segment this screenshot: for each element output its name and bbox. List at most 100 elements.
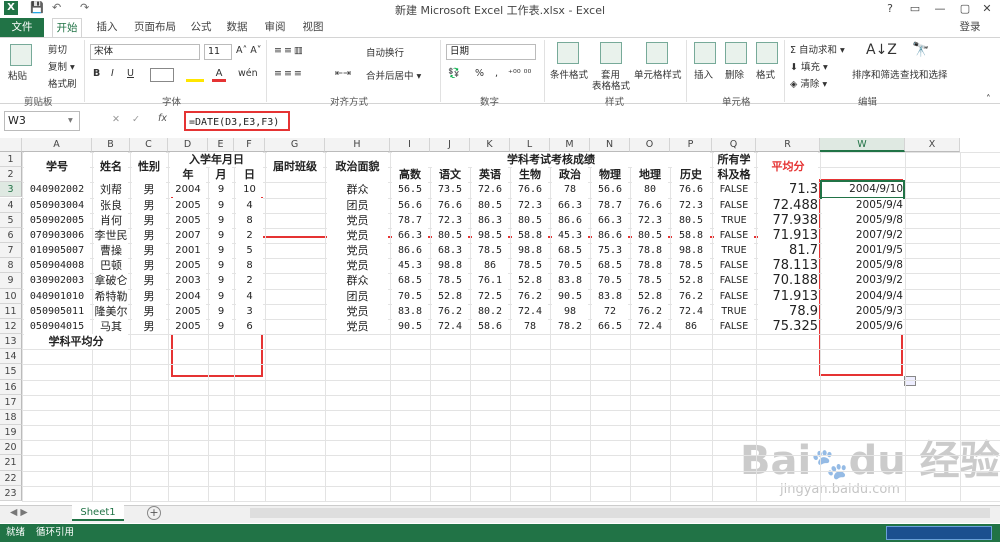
insert-function-icon[interactable]: fx [158, 113, 167, 124]
header-name[interactable]: 姓名 [94, 152, 128, 183]
cut-button[interactable]: 剪切 [48, 42, 67, 56]
cell-all-pass[interactable]: FALSE [714, 273, 754, 289]
column-header[interactable]: D [168, 138, 208, 152]
column-header[interactable]: I [390, 138, 430, 152]
collapse-ribbon-icon[interactable]: ˄ [986, 94, 991, 105]
cell-average[interactable]: 77.938 [758, 212, 818, 228]
cell-student-id[interactable]: 040901010 [24, 288, 90, 304]
column-header[interactable]: Q [712, 138, 756, 152]
header-subject[interactable]: 历史 [672, 167, 710, 183]
cell-politics[interactable]: 团员 [327, 288, 388, 304]
tab-file[interactable]: 文件 [0, 18, 44, 37]
cell-month[interactable]: 9 [210, 227, 232, 243]
scroll-sheets-icon[interactable]: ◀ ▶ [10, 507, 28, 518]
cell-score[interactable]: 68.5 [592, 258, 628, 274]
column-header[interactable]: O [630, 138, 670, 152]
cell-politics[interactable]: 群众 [327, 273, 388, 289]
header-subject[interactable]: 生物 [512, 167, 548, 183]
find-icon[interactable]: 🔭 [912, 42, 929, 58]
cell-year[interactable]: 2007 [170, 227, 206, 243]
column-header[interactable]: R [756, 138, 820, 152]
cell-politics[interactable]: 党员 [327, 227, 388, 243]
cell-score[interactable]: 86 [672, 318, 710, 335]
format-cells-button[interactable]: 格式 [756, 67, 775, 81]
cell-score[interactable]: 90.5 [552, 288, 588, 304]
cell-year[interactable]: 2005 [170, 212, 206, 228]
cell-name[interactable]: 刘帮 [94, 182, 128, 198]
cell-gender[interactable]: 男 [132, 273, 166, 289]
tab-review[interactable]: 审阅 [260, 18, 290, 37]
cell-score[interactable]: 56.6 [592, 182, 628, 198]
cell-date[interactable]: 2005/9/4 [822, 197, 903, 213]
column-header[interactable]: X [905, 138, 960, 152]
cell-score[interactable]: 98.5 [472, 227, 508, 243]
column-header[interactable]: P [670, 138, 712, 152]
cell-day[interactable]: 4 [236, 288, 263, 304]
row-header[interactable]: 4 [0, 197, 22, 213]
cell-gender[interactable]: 男 [132, 182, 166, 198]
cell-student-id[interactable]: 030902003 [24, 273, 90, 289]
comma-button[interactable]: , [495, 68, 498, 79]
cell-score[interactable]: 76.6 [672, 182, 710, 198]
header-politics[interactable]: 政治面貌 [327, 152, 388, 183]
cell-score[interactable]: 76.2 [512, 288, 548, 304]
cell-score[interactable]: 58.8 [672, 227, 710, 243]
cell-score[interactable]: 72.3 [512, 197, 548, 213]
cell-year[interactable]: 2005 [170, 303, 206, 319]
fill-color-icon[interactable] [186, 68, 204, 82]
cell-day[interactable]: 2 [236, 227, 263, 243]
cell-average[interactable]: 72.488 [758, 197, 818, 213]
fill-button[interactable]: ⬇ 填充 ▾ [790, 59, 828, 73]
cell-score[interactable]: 70.5 [592, 273, 628, 289]
cell-name[interactable]: 肖何 [94, 212, 128, 228]
cell-score[interactable]: 72.4 [632, 318, 668, 335]
cell-name[interactable]: 曹操 [94, 243, 128, 259]
cell-date[interactable]: 2001/9/5 [822, 243, 903, 259]
cell-all-pass[interactable]: FALSE [714, 197, 754, 213]
header-pass-2[interactable]: 科及格 [714, 167, 754, 183]
cell-score[interactable]: 98.8 [672, 243, 710, 259]
cell-score[interactable]: 78.5 [512, 258, 548, 274]
chevron-down-icon[interactable]: ▾ [68, 115, 73, 126]
column-header[interactable]: A [22, 138, 92, 152]
cell-gender[interactable]: 男 [132, 303, 166, 319]
cell-day[interactable]: 8 [236, 212, 263, 228]
grow-font-icon[interactable]: A˄ A˅ [236, 45, 262, 56]
cell-score[interactable]: 78.5 [432, 273, 468, 289]
cell-score[interactable]: 83.8 [552, 273, 588, 289]
header-class[interactable]: 届时班级 [267, 152, 323, 183]
cell-styles-icon[interactable] [646, 42, 668, 64]
header-id[interactable]: 学号 [24, 152, 90, 183]
header-day[interactable]: 日 [236, 167, 263, 183]
number-format-select[interactable]: 日期 [446, 44, 536, 60]
cell-score[interactable]: 78 [552, 182, 588, 198]
cell-score[interactable]: 52.8 [512, 273, 548, 289]
cell-score[interactable]: 78.5 [472, 243, 508, 259]
cell-name[interactable]: 马其 [94, 318, 128, 335]
cell-score[interactable]: 98 [552, 303, 588, 319]
header-subject[interactable]: 高数 [392, 167, 428, 183]
cell-average[interactable]: 75.325 [758, 318, 818, 335]
cell-score[interactable]: 52.8 [672, 273, 710, 289]
cell-score[interactable]: 78.5 [632, 273, 668, 289]
cell-day[interactable]: 8 [236, 258, 263, 274]
cell-date[interactable]: 2004/9/10 [820, 180, 905, 200]
cell-name[interactable]: 拿破仑 [94, 273, 128, 289]
header-exam[interactable]: 学科考试考核成绩 [392, 152, 710, 168]
cell-year[interactable]: 2005 [170, 318, 206, 335]
cell-score[interactable]: 76.2 [672, 288, 710, 304]
cell-score[interactable]: 52.8 [432, 288, 468, 304]
cell-score[interactable]: 70.5 [552, 258, 588, 274]
font-color-icon[interactable]: A [212, 68, 226, 82]
cell-score[interactable]: 78.8 [632, 243, 668, 259]
tab-page-layout[interactable]: 页面布局 [130, 18, 180, 37]
cell-day[interactable]: 6 [236, 318, 263, 335]
cell-date[interactable]: 2005/9/8 [822, 258, 903, 274]
cell-date[interactable]: 2005/9/3 [822, 303, 903, 319]
cell-score[interactable]: 98.8 [512, 243, 548, 259]
cell-score[interactable]: 52.8 [632, 288, 668, 304]
cell-date[interactable]: 2003/9/2 [822, 273, 903, 289]
cell-all-pass[interactable]: TRUE [714, 303, 754, 319]
row-header[interactable]: 16 [0, 379, 22, 395]
cell-score[interactable]: 56.6 [392, 197, 428, 213]
